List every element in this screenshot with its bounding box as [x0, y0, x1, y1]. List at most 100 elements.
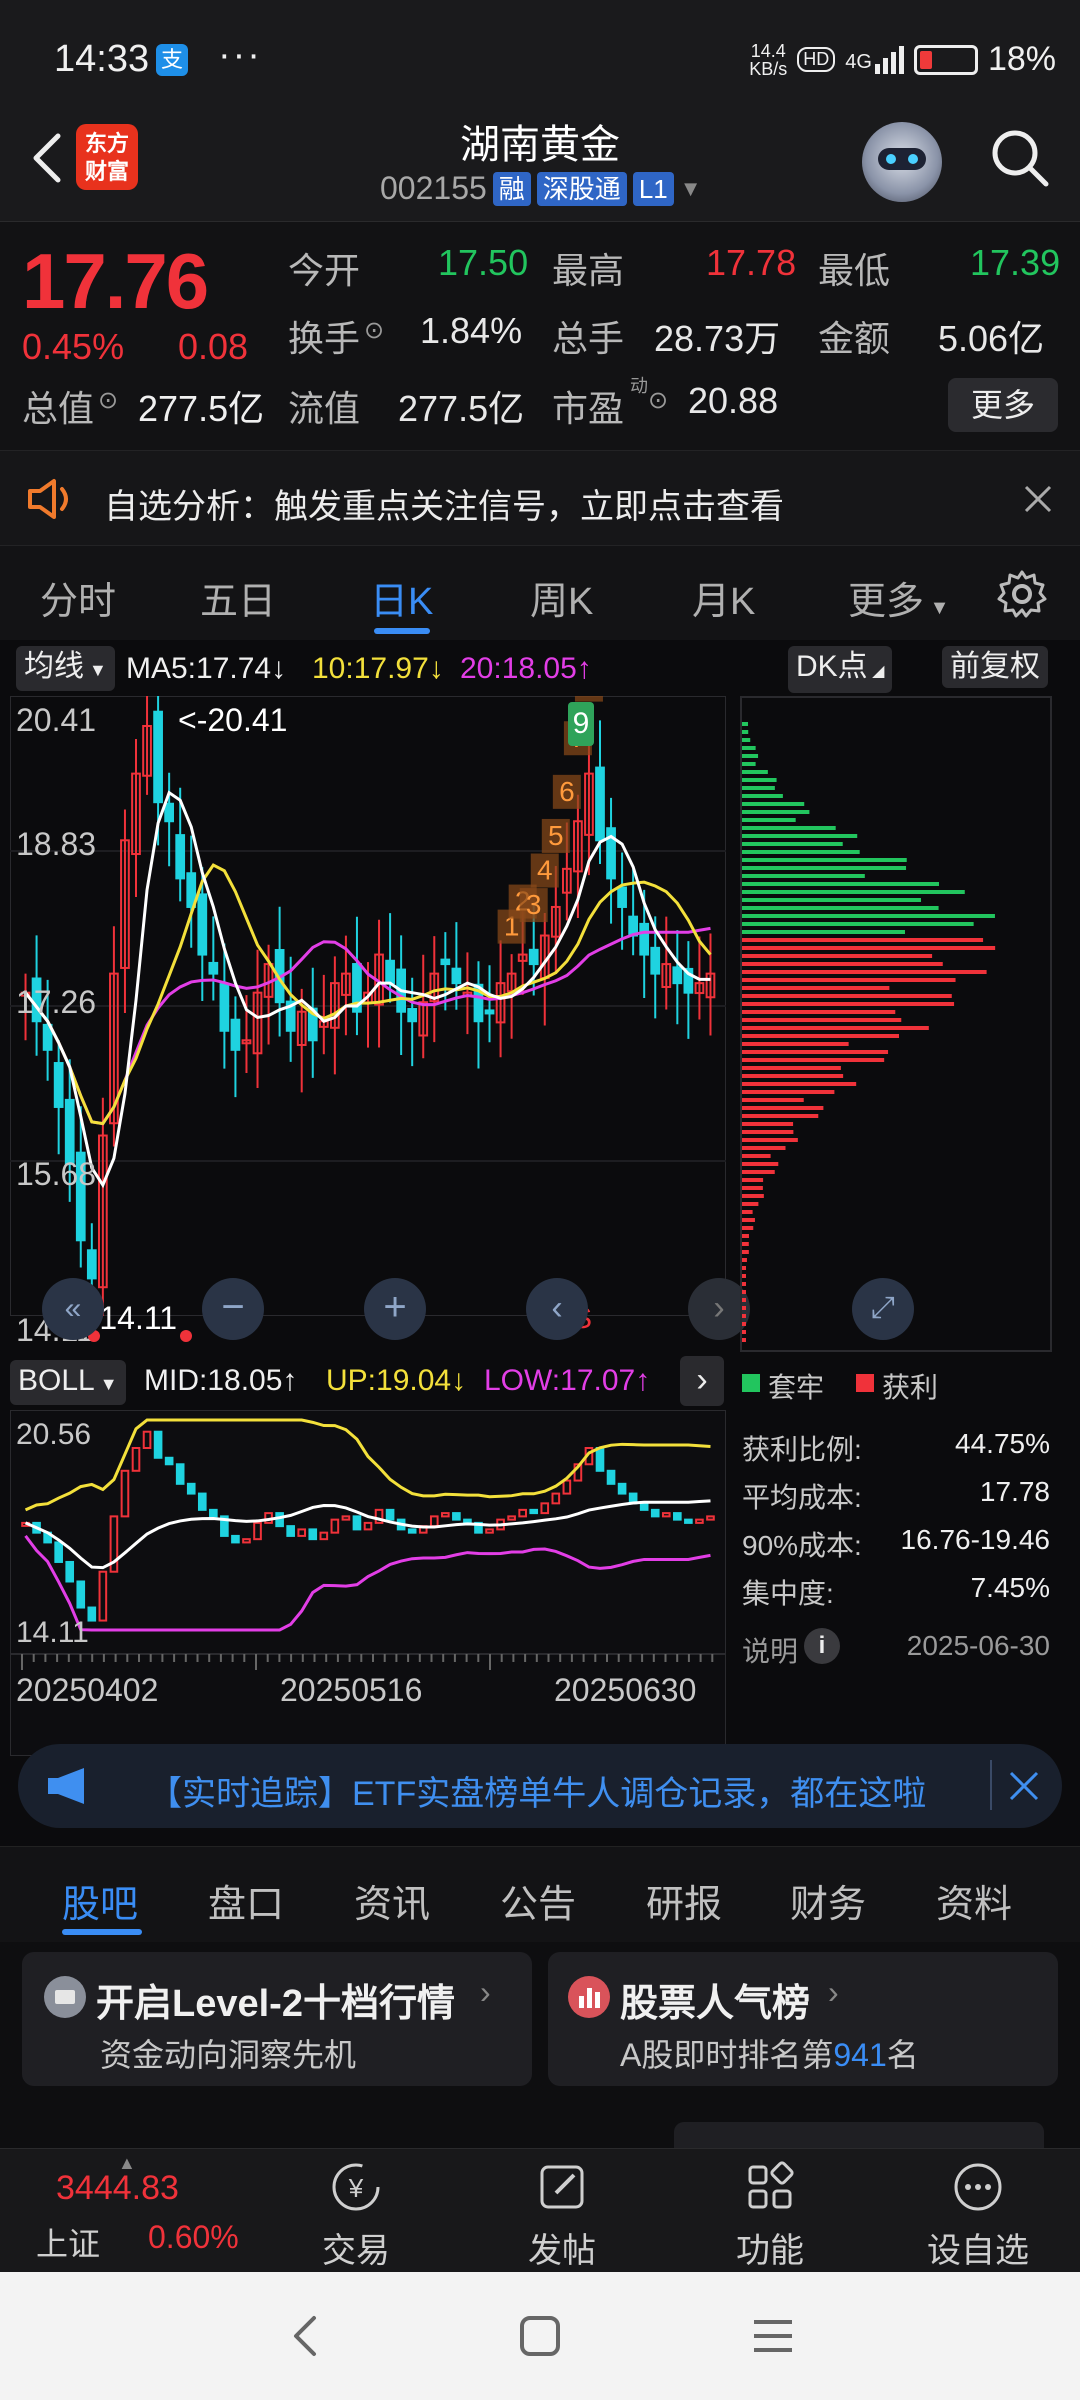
chip-bar [742, 874, 865, 878]
kline-chart-area[interactable]: 均线 ▼ MA5:17.74↓ 10:17.97↓ 20:18.05↑ DK点 … [0, 640, 1080, 1756]
nav-functions[interactable]: 功能 [700, 2157, 840, 2272]
info-icon[interactable]: ⊙ [648, 386, 668, 415]
chip-bar [742, 890, 965, 894]
tab-profile[interactable]: 资料 [936, 1873, 1012, 1928]
marker-dot [180, 1330, 192, 1342]
tab-financials[interactable]: 财务 [790, 1873, 866, 1928]
amount-label: 金额 [818, 318, 891, 359]
promo-banner[interactable]: 【实时追踪】ETF实盘榜单牛人调仓记录，都在这啦 [18, 1744, 1062, 1828]
dk-point-toggle[interactable]: DK点 ◢ [788, 646, 893, 693]
chip-bar [742, 1050, 889, 1054]
ma-selector[interactable]: 均线 ▼ [16, 646, 115, 691]
nav-post[interactable]: 发帖 [492, 2157, 632, 2272]
pe-value: 20.88 [688, 380, 779, 421]
tab-five-day[interactable]: 五日 [200, 570, 276, 625]
candle-body [385, 959, 395, 985]
pe-dynamic-mark: 动 [630, 376, 648, 396]
stat-value: 16.76-19.46 [900, 1524, 1050, 1555]
tab-research[interactable]: 研报 [646, 1873, 722, 1928]
chip-bar [742, 930, 905, 934]
fullscreen-icon[interactable]: ⤢ [852, 1278, 914, 1340]
close-icon[interactable] [1022, 483, 1054, 515]
chip-bar [742, 818, 796, 822]
chip-bar [742, 1210, 753, 1214]
legend-trapped-swatch [742, 1374, 760, 1392]
gear-icon[interactable] [996, 568, 1048, 620]
chip-bar [742, 1178, 764, 1182]
float-cap-value: 277.5亿 [398, 388, 525, 429]
megaphone-icon [48, 1768, 84, 1804]
zoom-out-button[interactable]: − [202, 1278, 264, 1340]
chip-bar [742, 1314, 746, 1318]
candle-body [528, 948, 539, 966]
candle-body [451, 967, 462, 985]
nav-trade[interactable]: ¥ 交易 [286, 2157, 426, 2272]
candlestick-chart[interactable]: 12345678 [10, 696, 726, 1316]
chip-bar [742, 1122, 794, 1126]
system-back-icon[interactable] [286, 2312, 326, 2360]
info-icon[interactable]: i [804, 1628, 840, 1664]
tab-quotes[interactable]: 盘口 [208, 1873, 284, 1928]
popularity-card[interactable]: 股票人气榜 › A股即时排名第941名 [548, 1952, 1058, 2086]
level2-subtitle: 资金动向洞察先机 [100, 2037, 357, 2073]
tab-more[interactable]: 更多 ▼ [848, 570, 949, 625]
info-icon[interactable]: ⊙ [98, 386, 118, 415]
popularity-title: 股票人气榜 [620, 1983, 811, 2025]
float-cap-label: 流值 [288, 388, 361, 429]
boll-candle [529, 1508, 539, 1515]
tab-news[interactable]: 资讯 [354, 1873, 430, 1928]
info-icon[interactable]: ⊙ [364, 316, 384, 345]
tab-monthly-k[interactable]: 月K [692, 570, 755, 625]
chip-bar [742, 1186, 763, 1190]
level2-card[interactable]: 开启Level-2十档行情 › 资金动向洞察先机 [22, 1952, 532, 2086]
chip-bar [742, 882, 940, 886]
quote-panel: 17.76 0.45% 0.08 今开 17.50 最高 17.78 最低 17… [0, 222, 1080, 450]
stock-code: 002155 [380, 170, 487, 206]
note-label[interactable]: 说明 [742, 1630, 798, 1670]
search-icon[interactable] [988, 126, 1052, 190]
chip-bar [742, 1018, 902, 1022]
nav-add-watchlist[interactable]: 设自选 [908, 2157, 1048, 2272]
adjust-mode[interactable]: 前复权 [942, 646, 1048, 688]
battery-icon [913, 44, 978, 75]
system-menu-icon[interactable] [752, 2316, 794, 2356]
zoom-in-button[interactable]: + [364, 1278, 426, 1340]
chip-bar [742, 1114, 819, 1118]
expand-indicator-button[interactable]: › [680, 1356, 724, 1406]
chip-bar [742, 1194, 764, 1198]
chip-bar [742, 1058, 885, 1062]
legend-profit: 获利 [882, 1372, 939, 1403]
note-date: 2025-06-30 [906, 1630, 1050, 1661]
dropdown-icon[interactable]: ▼ [680, 176, 702, 202]
stat-label: 集中度: [742, 1578, 834, 1609]
assistant-avatar[interactable] [862, 122, 942, 202]
level2-title: 开启Level-2十档行情 [96, 1983, 455, 2025]
candle-body [617, 886, 627, 908]
indicator-selector[interactable]: BOLL ▼ [10, 1360, 126, 1405]
chip-bar [742, 762, 756, 766]
tab-weekly-k[interactable]: 周K [530, 570, 593, 625]
date-start: 20250402 [16, 1672, 159, 1708]
index-ticker[interactable]: ▲ 3444.83 上证 0.60% [36, 2153, 246, 2263]
svg-text:¥: ¥ [348, 2173, 364, 2203]
more-button[interactable]: 更多 [948, 378, 1058, 432]
signal-icon: 4G [845, 45, 904, 74]
chip-bar [742, 1034, 900, 1038]
tab-announcements[interactable]: 公告 [500, 1873, 576, 1928]
stock-code-row[interactable]: 002155 融 深股通 L1 ▼ [380, 170, 702, 207]
tab-forum[interactable]: 股吧 [62, 1873, 138, 1928]
stat-label: 获利比例: [742, 1434, 862, 1465]
analysis-notice[interactable]: 自选分析：触发重点关注信号，立即点击查看 [0, 450, 1080, 546]
chip-bar [742, 746, 756, 750]
active-tab-indicator [62, 1929, 142, 1935]
stat-value: 7.45% [970, 1572, 1050, 1603]
step-left-button[interactable]: ‹ [526, 1278, 588, 1340]
scroll-left-button[interactable]: « [42, 1278, 104, 1340]
tab-daily-k[interactable]: 日K [370, 570, 433, 625]
close-icon[interactable] [1008, 1770, 1040, 1802]
stat-label: 平均成本: [742, 1482, 862, 1513]
boll-y-top: 20.56 [16, 1418, 92, 1451]
system-home-icon[interactable] [518, 2314, 562, 2358]
tab-intraday[interactable]: 分时 [40, 570, 116, 625]
connect-tag: 深股通 [536, 171, 627, 206]
